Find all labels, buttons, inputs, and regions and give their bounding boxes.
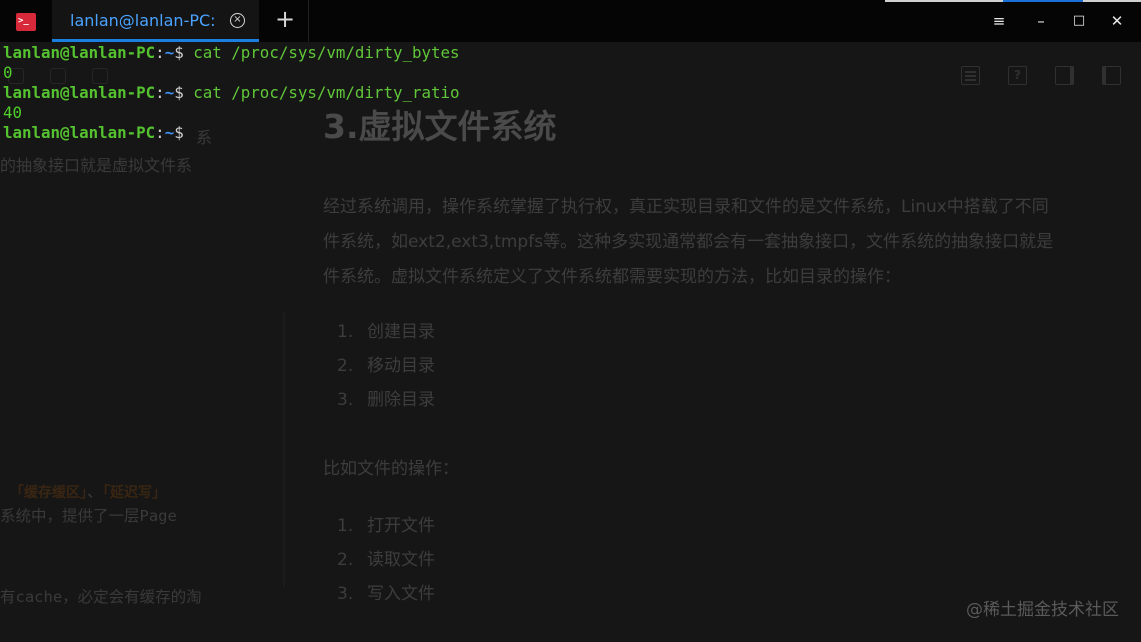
paragraph-line: 经过系统调用，操作系统掌握了执行权，真正实现目录和文件的是文件系统，Linux中… [323, 197, 1049, 217]
document-toolbar: ? [961, 66, 1121, 85]
terminal-app-icon: >_ [16, 13, 36, 31]
menu-button[interactable]: ≡ [988, 10, 1010, 32]
left-fragment-3: 「缓存缓区」、「延迟写」 [10, 478, 166, 502]
prompt-dollar: $ [174, 123, 194, 142]
prompt-path: ~ [164, 43, 175, 62]
outline-icon[interactable] [961, 66, 980, 85]
paragraph-line: 件系统。虚拟文件系统定义了文件系统都需要实现的方法，比如目录的操作： [323, 267, 901, 287]
list-item: 1. 打开文件 [337, 516, 435, 536]
output-text: 0 [3, 63, 13, 82]
highlight-delay-write: 「延迟写」 [103, 485, 167, 501]
help-icon[interactable]: ? [1008, 66, 1027, 85]
list-item: 2. 读取文件 [337, 550, 435, 570]
new-tab-button[interactable]: + [273, 7, 297, 32]
terminal-command-line: lanlan@lanlan-PC:~$ cat /proc/sys/vm/dir… [3, 83, 460, 103]
terminal-titlebar: >_ lanlan@lanlan-PC: × + ≡ – □ ✕ [0, 0, 1141, 42]
terminal-command-line: lanlan@lanlan-PC:~$ [3, 123, 460, 143]
background-window-strip [885, 0, 1141, 2]
terminal-command-line: lanlan@lanlan-PC:~$ cat /proc/sys/vm/dir… [3, 43, 460, 63]
command-text: cat /proc/sys/vm/dirty_bytes [193, 43, 460, 62]
prompt-path: ~ [164, 83, 175, 102]
file-ops-list: 1. 打开文件 2. 读取文件 3. 写入文件 [337, 509, 435, 611]
doc-paragraph: 经过系统调用，操作系统掌握了执行权，真正实现目录和文件的是文件系统，Linux中… [323, 190, 1141, 295]
list-item: 3. 删除目录 [337, 390, 435, 410]
prompt-user: lanlan@lanlan-PC [3, 83, 156, 102]
left-fragment-4: 系统中，提供了一层Page [0, 507, 177, 525]
tab-title: lanlan@lanlan-PC: [70, 11, 216, 30]
terminal-output-line: 40 [3, 103, 460, 123]
separator: 、 [87, 482, 104, 501]
copy-icon[interactable] [1102, 66, 1121, 85]
prompt-colon: : [155, 83, 165, 102]
list-item: 2. 移动目录 [337, 356, 435, 376]
prompt-dollar: $ [174, 43, 194, 62]
terminal-output-line: 0 [3, 63, 460, 83]
prompt-user: lanlan@lanlan-PC [3, 43, 156, 62]
command-text: cat /proc/sys/vm/dirty_ratio [193, 83, 460, 102]
terminal-output[interactable]: lanlan@lanlan-PC:~$ cat /proc/sys/vm/dir… [3, 43, 460, 143]
highlight-cache: 「缓存缓区」 [10, 485, 87, 501]
terminal-tab[interactable]: lanlan@lanlan-PC: × [52, 0, 259, 42]
list-item: 1. 创建目录 [337, 322, 435, 342]
prompt-dollar: $ [174, 83, 194, 102]
file-ops-label: 比如文件的操作： [323, 459, 459, 479]
prompt-colon: : [155, 43, 165, 62]
paragraph-line: 件系统，如ext2,ext3,tmpfs等。这种多实现通常都会有一套抽象接口，文… [323, 232, 1054, 252]
prompt-path: ~ [164, 123, 175, 142]
maximize-button[interactable]: □ [1068, 10, 1090, 32]
close-button[interactable]: ✕ [1106, 10, 1128, 32]
minimize-button[interactable]: – [1030, 10, 1052, 32]
watermark: @稀土掘金技术社区 [966, 600, 1119, 620]
dir-ops-list: 1. 创建目录 2. 移动目录 3. 删除目录 [337, 315, 435, 417]
pane-divider [283, 312, 285, 587]
list-item: 3. 写入文件 [337, 584, 435, 604]
sidebar-icon[interactable] [1055, 66, 1074, 85]
output-text: 40 [3, 103, 23, 122]
left-fragment-5: 有cache，必定会有缓存的淘 [0, 588, 202, 606]
tab-separator [308, 0, 309, 42]
left-fragment-2: 的抽象接口就是虚拟文件系 [0, 156, 193, 175]
prompt-colon: : [155, 123, 165, 142]
prompt-user: lanlan@lanlan-PC [3, 123, 156, 142]
tab-close-icon[interactable]: × [230, 13, 245, 28]
